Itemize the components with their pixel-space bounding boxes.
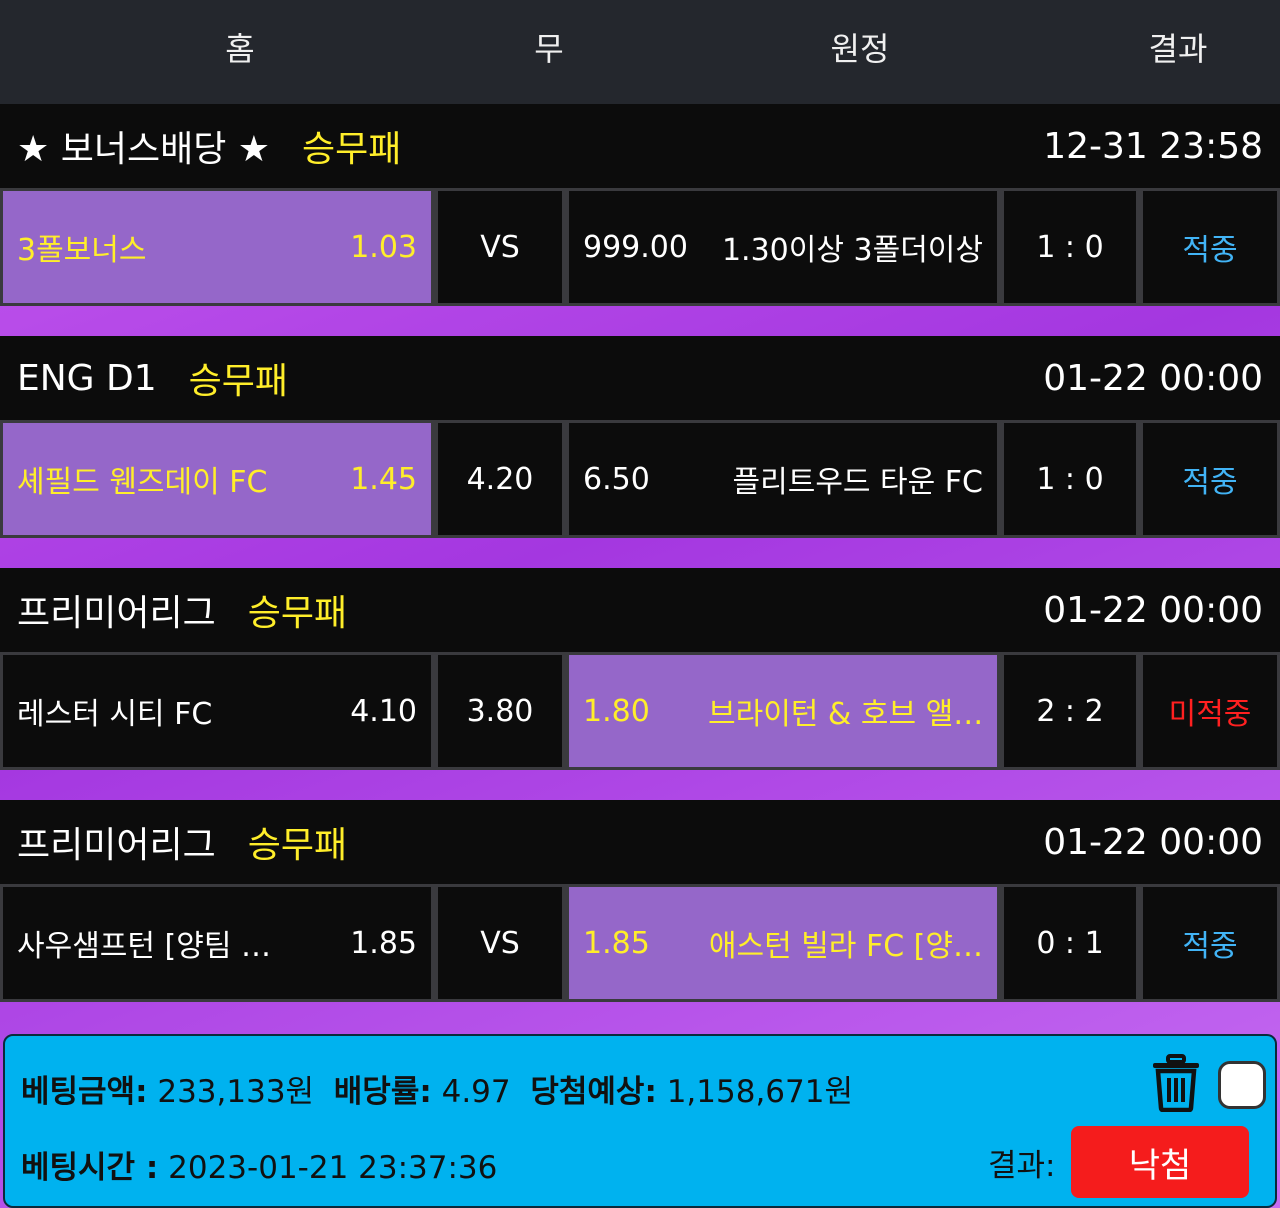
home-odds: 1.45 [350, 461, 417, 497]
header-result: 결과 [1148, 30, 1208, 68]
result-status: 적중 [1182, 929, 1238, 964]
home-odds: 1.85 [350, 925, 417, 961]
expected-label: 당첨예상: [530, 1074, 657, 1110]
bet-summary-line: 베팅금액: 233,133원 배당률: 4.97 당첨예상: 1,158,671… [21, 1066, 853, 1111]
market-type: 승무패 [302, 129, 402, 170]
bet-time-label: 베팅시간 : [21, 1150, 159, 1186]
header-home: 홈 [225, 30, 255, 68]
score: 0 : 1 [1036, 925, 1104, 961]
draw-odds-cell[interactable]: VS [438, 887, 562, 999]
score-cell: 2 : 2 [1004, 655, 1136, 767]
away-odds: 1.80 [583, 693, 650, 729]
home-odds-cell[interactable]: 셰필드 웬즈데이 FC 1.45 [3, 423, 431, 535]
draw-odds-cell[interactable]: 4.20 [438, 423, 562, 535]
away-odds-cell[interactable]: 6.50 플리트우드 타운 FC [569, 423, 997, 535]
draw-odds: VS [480, 925, 520, 961]
market-type: 승무패 [247, 825, 348, 866]
home-odds: 4.10 [350, 693, 417, 729]
draw-odds: 3.80 [466, 693, 534, 729]
game-header: ★ 보너스배당 ★ 승무패 12-31 23:58 [0, 104, 1280, 188]
away-team: 애스턴 빌라 FC [양… [708, 929, 983, 964]
bet-time: 2023-01-21 23:37:36 [168, 1150, 498, 1186]
game-header: ENG D1 승무패 01-22 00:00 [0, 336, 1280, 420]
draw-odds-cell[interactable]: VS [438, 191, 562, 303]
score-cell: 1 : 0 [1004, 191, 1136, 303]
home-odds: 1.03 [350, 229, 417, 265]
result-status: 적중 [1182, 465, 1238, 500]
away-odds-cell[interactable]: 999.00 1.30이상 3폴더이상 [569, 191, 997, 303]
header-draw: 무 [534, 30, 564, 68]
home-odds-cell[interactable]: 레스터 시티 FC 4.10 [3, 655, 431, 767]
game-header: 프리미어리그 승무패 01-22 00:00 [0, 800, 1280, 884]
result-status: 미적중 [1168, 697, 1252, 732]
home-team: 레스터 시티 FC [17, 697, 213, 732]
away-odds-cell[interactable]: 1.80 브라이턴 & 호브 앨… [569, 655, 997, 767]
total-odds: 4.97 [441, 1074, 511, 1110]
home-team: 사우샘프턴 [양팀 … [17, 929, 271, 964]
score-cell: 1 : 0 [1004, 423, 1136, 535]
expected-win: 1,158,671원 [666, 1074, 853, 1110]
league-name: 프리미어리그 [17, 825, 216, 866]
away-odds: 999.00 [583, 229, 688, 265]
draw-odds-cell[interactable]: 3.80 [438, 655, 562, 767]
draw-odds: 4.20 [466, 461, 534, 497]
result-cell: 적중 [1143, 423, 1277, 535]
bet-time-line: 베팅시간 : 2023-01-21 23:37:36 [21, 1142, 497, 1187]
game-time: 12-31 23:58 [1043, 125, 1263, 167]
game-header: 프리미어리그 승무패 01-22 00:00 [0, 568, 1280, 652]
away-team: 브라이턴 & 호브 앨… [708, 697, 983, 732]
game-time: 01-22 00:00 [1043, 357, 1263, 399]
bet-amount: 233,133원 [157, 1074, 315, 1110]
league-name: ★ 보너스배당 ★ [17, 129, 271, 170]
market-type: 승무패 [247, 593, 348, 634]
score: 1 : 0 [1036, 461, 1104, 497]
game-row: 3폴보너스 1.03 VS 999.00 1.30이상 3폴더이상 1 : 0 … [0, 188, 1280, 306]
game-time: 01-22 00:00 [1043, 589, 1263, 631]
home-team: 셰필드 웬즈데이 FC [17, 465, 268, 500]
game-row: 레스터 시티 FC 4.10 3.80 1.80 브라이턴 & 호브 앨… 2 … [0, 652, 1280, 770]
game-row: 셰필드 웬즈데이 FC 1.45 4.20 6.50 플리트우드 타운 FC 1… [0, 420, 1280, 538]
home-odds-cell[interactable]: 사우샘프턴 [양팀 … 1.85 [3, 887, 431, 999]
header-away: 원정 [830, 30, 890, 68]
game-time: 01-22 00:00 [1043, 821, 1263, 863]
result-cell: 적중 [1143, 191, 1277, 303]
odds-label: 배당률: [333, 1074, 432, 1110]
away-odds: 1.85 [583, 925, 650, 961]
result-cell: 적중 [1143, 887, 1277, 999]
table-header: 홈 무 원정 결과 [0, 0, 1280, 104]
result-label: 결과: [988, 1148, 1056, 1184]
score: 2 : 2 [1036, 693, 1104, 729]
result-button[interactable]: 낙첨 [1071, 1126, 1249, 1198]
result-cell: 미적중 [1143, 655, 1277, 767]
away-odds-cell[interactable]: 1.85 애스턴 빌라 FC [양… [569, 887, 997, 999]
market-type: 승무패 [188, 361, 289, 402]
home-odds-cell[interactable]: 3폴보너스 1.03 [3, 191, 431, 303]
away-odds: 6.50 [583, 461, 650, 497]
select-checkbox[interactable] [1218, 1061, 1266, 1109]
away-team: 1.30이상 3폴더이상 [721, 233, 983, 268]
league-name: 프리미어리그 [17, 593, 216, 634]
score-cell: 0 : 1 [1004, 887, 1136, 999]
game-row: 사우샘프턴 [양팀 … 1.85 VS 1.85 애스턴 빌라 FC [양… 0… [0, 884, 1280, 1002]
league-name: ENG D1 [17, 357, 157, 399]
draw-odds: VS [480, 229, 520, 265]
bet-summary: 베팅금액: 233,133원 배당률: 4.97 당첨예상: 1,158,671… [3, 1034, 1277, 1208]
score: 1 : 0 [1036, 229, 1104, 265]
home-team: 3폴보너스 [17, 233, 147, 268]
bet-amount-label: 베팅금액: [21, 1074, 148, 1110]
game-block: ENG D1 승무패 01-22 00:00 셰필드 웬즈데이 FC 1.45 … [0, 336, 1280, 538]
game-block: ★ 보너스배당 ★ 승무패 12-31 23:58 3폴보너스 1.03 VS … [0, 104, 1280, 306]
game-block: 프리미어리그 승무패 01-22 00:00 사우샘프턴 [양팀 … 1.85 … [0, 800, 1280, 1002]
away-team: 플리트우드 타운 FC [732, 465, 983, 500]
game-block: 프리미어리그 승무패 01-22 00:00 레스터 시티 FC 4.10 3.… [0, 568, 1280, 770]
trash-icon[interactable] [1151, 1054, 1201, 1113]
result-status: 적중 [1182, 233, 1238, 268]
